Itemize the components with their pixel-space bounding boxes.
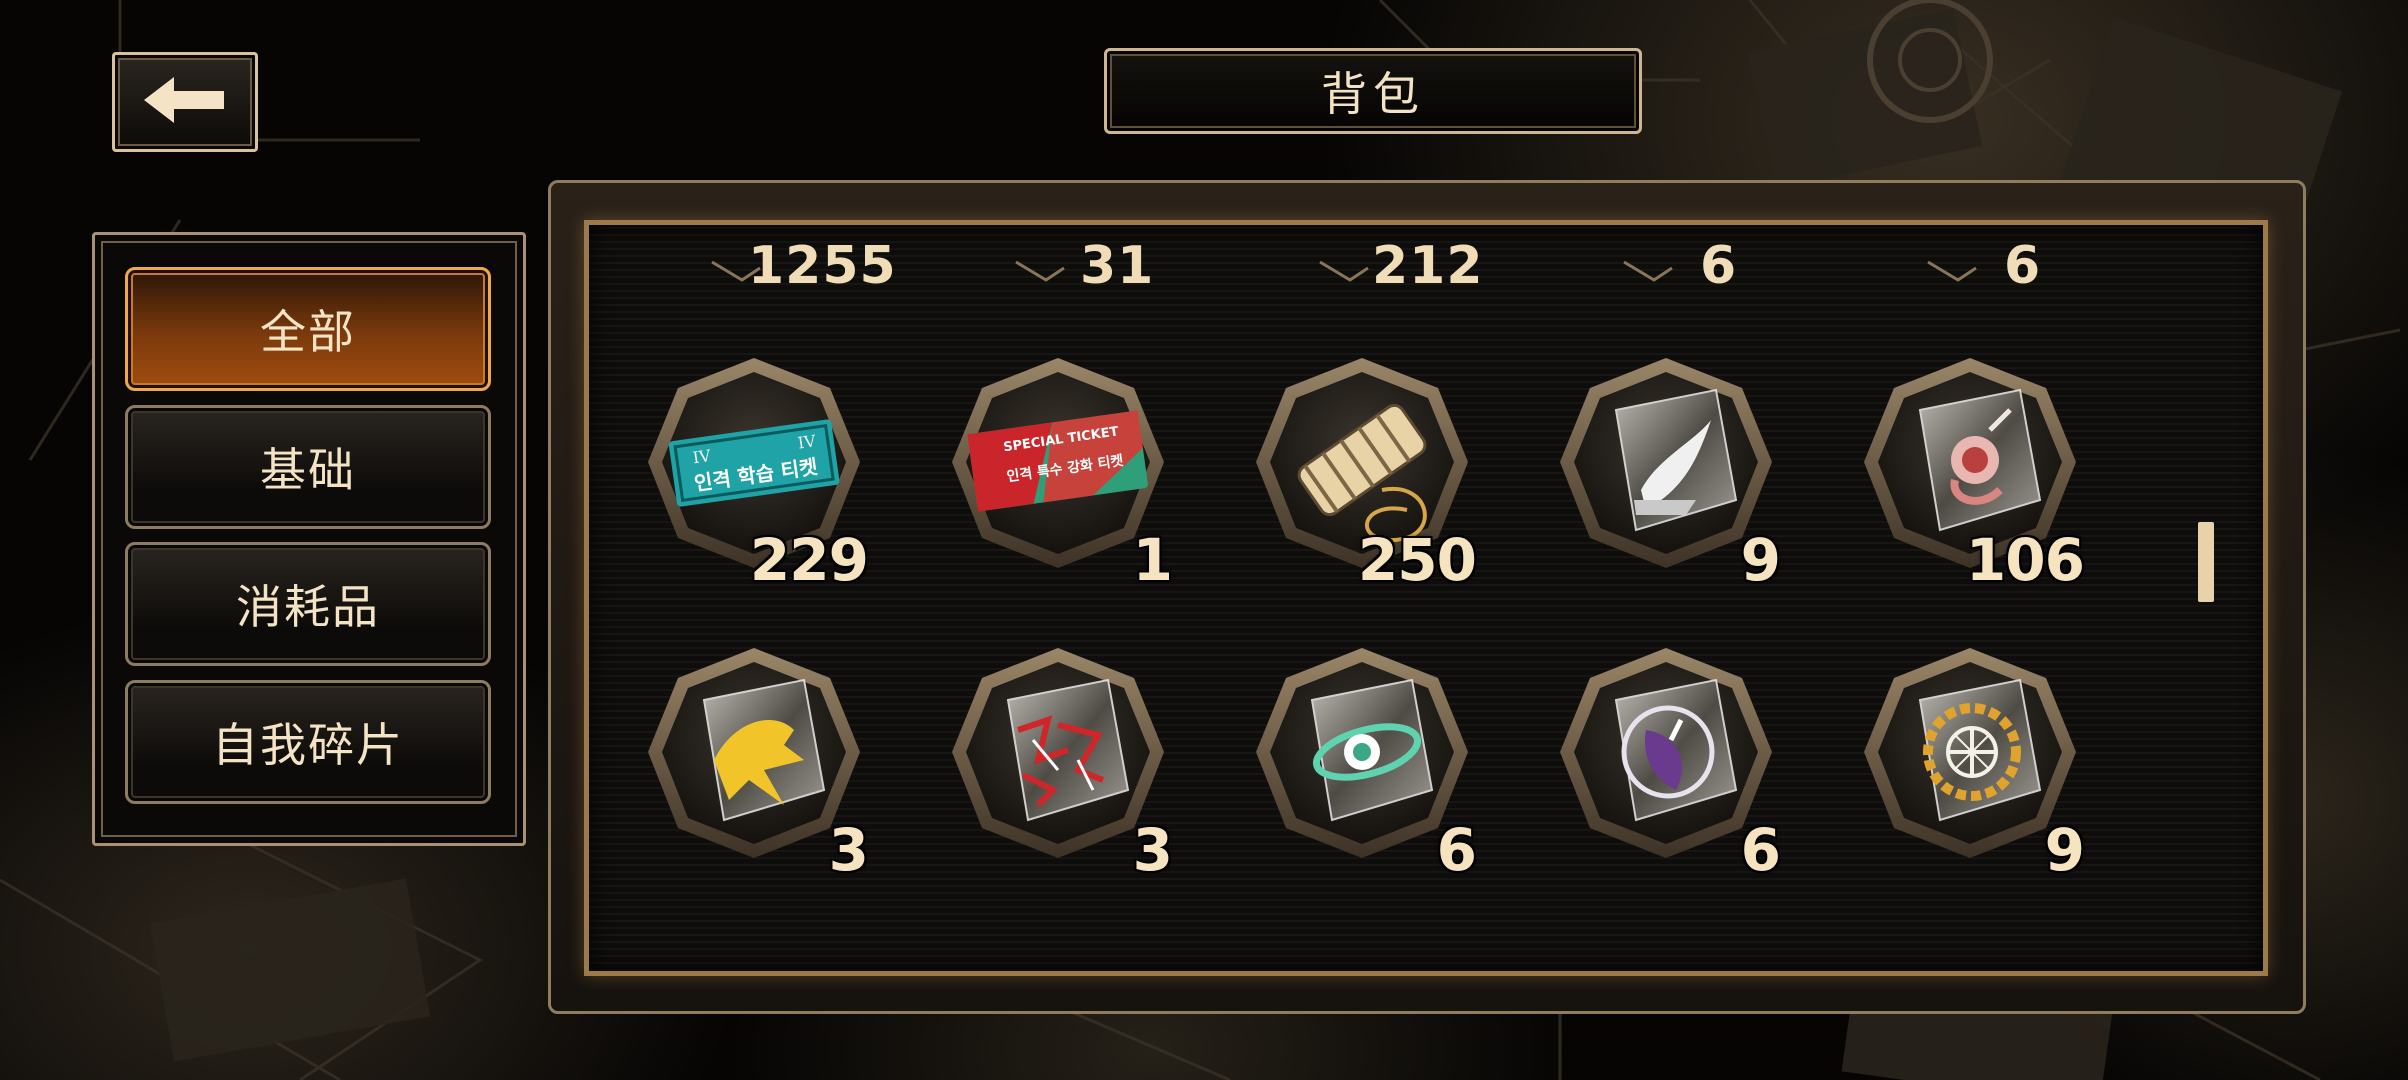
item-count: 9 — [1740, 526, 1781, 594]
item-slot[interactable]: 6 — [1242, 640, 1482, 884]
item-slot[interactable]: 9 — [1546, 350, 1786, 594]
item-count: 3 — [828, 816, 869, 884]
item-count: 229 — [749, 526, 869, 594]
item-count: 250 — [1357, 526, 1477, 594]
svg-text:IV: IV — [692, 446, 713, 467]
svg-text:IV: IV — [796, 431, 817, 452]
item-slot[interactable]: 6 — [1546, 640, 1786, 884]
item-count: 6 — [1436, 816, 1477, 884]
item-count: 9 — [2044, 816, 2085, 884]
item-slot[interactable]: IV IV 인격 학습 티켓 229 — [634, 350, 874, 594]
item-count: 6 — [1740, 816, 1781, 884]
item-slot[interactable]: 3 — [634, 640, 874, 884]
partial-item-count: 6 — [2004, 236, 2042, 296]
item-slot[interactable]: 3 — [938, 640, 1178, 884]
item-slot[interactable]: 106 — [1850, 350, 2090, 594]
item-count: 3 — [1132, 816, 1173, 884]
inventory-scrollbar[interactable] — [2198, 522, 2214, 602]
item-slot[interactable]: 9 — [1850, 640, 2090, 884]
item-count: 1 — [1132, 526, 1173, 594]
partial-item-count: 1255 — [748, 236, 897, 296]
partial-item-count: 6 — [1700, 236, 1738, 296]
partial-item-count: 212 — [1372, 236, 1484, 296]
item-slot[interactable]: SPECIAL TICKET 인격 특수 강화 티켓 1 — [938, 350, 1178, 594]
item-count: 106 — [1965, 526, 2085, 594]
item-slot[interactable]: 250 — [1242, 350, 1482, 594]
partial-item-count: 31 — [1080, 236, 1155, 296]
